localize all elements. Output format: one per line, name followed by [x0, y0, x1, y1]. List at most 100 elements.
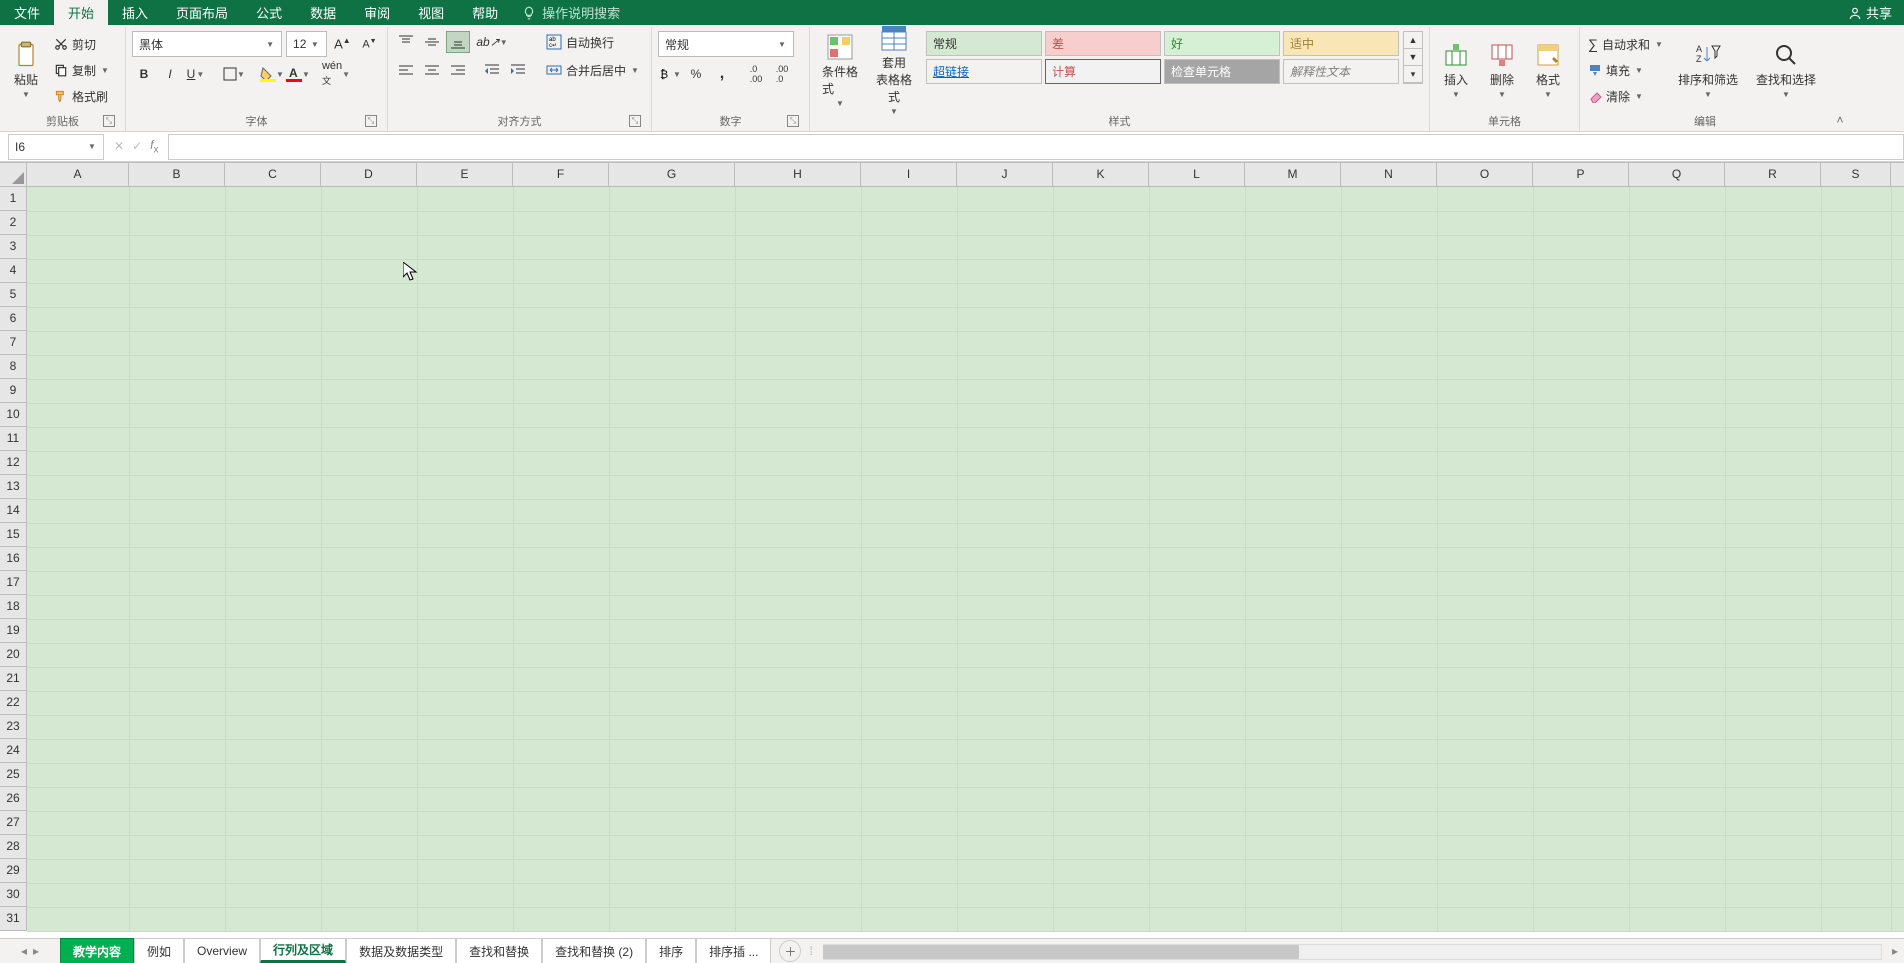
style-normal[interactable]: 常规: [926, 31, 1042, 56]
row-header-15[interactable]: 15: [0, 523, 27, 547]
format-cells-button[interactable]: 格式▼: [1528, 31, 1568, 109]
column-header-G[interactable]: G: [609, 163, 735, 186]
align-dialog-launcher[interactable]: ⤡: [629, 115, 641, 127]
sort-filter-button[interactable]: AZ 排序和筛选▼: [1672, 31, 1744, 109]
decrease-font-button[interactable]: A▼: [358, 33, 381, 55]
sheet-tab-5[interactable]: 查找和替换: [456, 938, 542, 963]
row-header-5[interactable]: 5: [0, 283, 27, 307]
row-header-11[interactable]: 11: [0, 427, 27, 451]
number-format-select[interactable]: 常规▼: [658, 31, 794, 57]
sheet-tab-4[interactable]: 数据及数据类型: [346, 938, 456, 963]
align-right-button[interactable]: [446, 59, 470, 81]
bold-button[interactable]: B: [132, 63, 156, 85]
wrap-text-button[interactable]: abc↵ 自动换行: [544, 31, 642, 53]
column-header-I[interactable]: I: [861, 163, 957, 186]
horizontal-scrollbar[interactable]: [823, 942, 1882, 960]
row-header-29[interactable]: 29: [0, 859, 27, 883]
tab-file[interactable]: 文件: [0, 0, 54, 25]
sheet-nav-next[interactable]: ▸: [33, 944, 39, 958]
collapse-ribbon-button[interactable]: ˄: [1836, 113, 1843, 127]
row-header-6[interactable]: 6: [0, 307, 27, 331]
column-header-S[interactable]: S: [1821, 163, 1891, 186]
tab-layout[interactable]: 页面布局: [162, 0, 242, 25]
row-header-4[interactable]: 4: [0, 259, 27, 283]
column-header-M[interactable]: M: [1245, 163, 1341, 186]
share-button[interactable]: 共享: [1848, 3, 1892, 22]
worksheet-grid[interactable]: [27, 187, 1904, 931]
sheet-tab-0[interactable]: 教学内容: [60, 938, 134, 963]
format-painter-button[interactable]: 格式刷: [52, 85, 112, 107]
find-select-button[interactable]: 查找和选择▼: [1750, 31, 1822, 109]
row-header-16[interactable]: 16: [0, 547, 27, 571]
tab-insert[interactable]: 插入: [108, 0, 162, 25]
delete-cells-button[interactable]: 删除▼: [1482, 31, 1522, 109]
style-neutral[interactable]: 适中: [1283, 31, 1399, 56]
sheet-tab-3[interactable]: 行列及区域: [260, 938, 346, 963]
column-header-D[interactable]: D: [321, 163, 417, 186]
insert-cells-button[interactable]: 插入▼: [1436, 31, 1476, 109]
column-header-O[interactable]: O: [1437, 163, 1533, 186]
name-box[interactable]: I6 ▼: [8, 134, 104, 160]
column-header-P[interactable]: P: [1533, 163, 1629, 186]
style-bad[interactable]: 差: [1045, 31, 1161, 56]
orientation-button[interactable]: ab↗▼: [480, 31, 504, 53]
increase-font-button[interactable]: A▲: [331, 33, 354, 55]
sheet-tab-7[interactable]: 排序: [646, 938, 696, 963]
merge-center-button[interactable]: 合并后居中▼: [544, 59, 642, 81]
sheet-tab-2[interactable]: Overview: [184, 938, 260, 963]
comma-button[interactable]: ,: [710, 63, 734, 85]
style-calculation[interactable]: 计算: [1045, 59, 1161, 84]
row-header-13[interactable]: 13: [0, 475, 27, 499]
tab-data[interactable]: 数据: [296, 0, 350, 25]
style-explanatory[interactable]: 解释性文本: [1283, 59, 1399, 84]
row-header-25[interactable]: 25: [0, 763, 27, 787]
row-header-3[interactable]: 3: [0, 235, 27, 259]
row-header-10[interactable]: 10: [0, 403, 27, 427]
tab-home[interactable]: 开始: [54, 0, 108, 25]
column-header-B[interactable]: B: [129, 163, 225, 186]
row-header-28[interactable]: 28: [0, 835, 27, 859]
font-color-button[interactable]: A▼: [286, 63, 310, 85]
row-header-18[interactable]: 18: [0, 595, 27, 619]
sheet-nav-prev[interactable]: ◂: [21, 944, 27, 958]
sheet-tab-8[interactable]: 排序插 ...: [696, 938, 771, 963]
new-sheet-button[interactable]: ＋: [779, 940, 801, 962]
format-as-table-button[interactable]: 套用 表格格式▼: [870, 31, 918, 109]
row-header-12[interactable]: 12: [0, 451, 27, 475]
tab-formula[interactable]: 公式: [242, 0, 296, 25]
row-header-20[interactable]: 20: [0, 643, 27, 667]
font-name-select[interactable]: 黑体▼: [132, 31, 282, 57]
align-center-button[interactable]: [420, 59, 444, 81]
enter-formula-button[interactable]: ✓: [132, 139, 142, 153]
styles-scroll-up[interactable]: ▲: [1404, 32, 1422, 49]
style-good[interactable]: 好: [1164, 31, 1280, 56]
copy-button[interactable]: 复制▼: [52, 59, 112, 81]
sheet-tab-6[interactable]: 查找和替换 (2): [542, 938, 646, 963]
row-header-30[interactable]: 30: [0, 883, 27, 907]
tab-view[interactable]: 视图: [404, 0, 458, 25]
column-header-Q[interactable]: Q: [1629, 163, 1725, 186]
column-header-F[interactable]: F: [513, 163, 609, 186]
style-hyperlink[interactable]: 超链接: [926, 59, 1042, 84]
styles-more[interactable]: ▾: [1404, 66, 1422, 83]
font-dialog-launcher[interactable]: ⤡: [365, 115, 377, 127]
column-header-J[interactable]: J: [957, 163, 1053, 186]
formula-bar-input[interactable]: [168, 134, 1904, 160]
column-header-N[interactable]: N: [1341, 163, 1437, 186]
row-header-21[interactable]: 21: [0, 667, 27, 691]
tell-me-search[interactable]: 操作说明搜索: [522, 3, 620, 22]
scroll-right-button[interactable]: ▸: [1892, 944, 1898, 958]
fx-button[interactable]: fx: [150, 138, 158, 155]
row-header-1[interactable]: 1: [0, 187, 27, 211]
row-header-17[interactable]: 17: [0, 571, 27, 595]
increase-indent-button[interactable]: [506, 59, 530, 81]
row-header-14[interactable]: 14: [0, 499, 27, 523]
percent-button[interactable]: %: [684, 63, 708, 85]
italic-button[interactable]: I: [158, 63, 182, 85]
cancel-formula-button[interactable]: ✕: [114, 139, 124, 153]
row-header-2[interactable]: 2: [0, 211, 27, 235]
clear-button[interactable]: 清除▼: [1586, 85, 1666, 107]
style-check-cell[interactable]: 检查单元格: [1164, 59, 1280, 84]
row-header-19[interactable]: 19: [0, 619, 27, 643]
row-header-24[interactable]: 24: [0, 739, 27, 763]
